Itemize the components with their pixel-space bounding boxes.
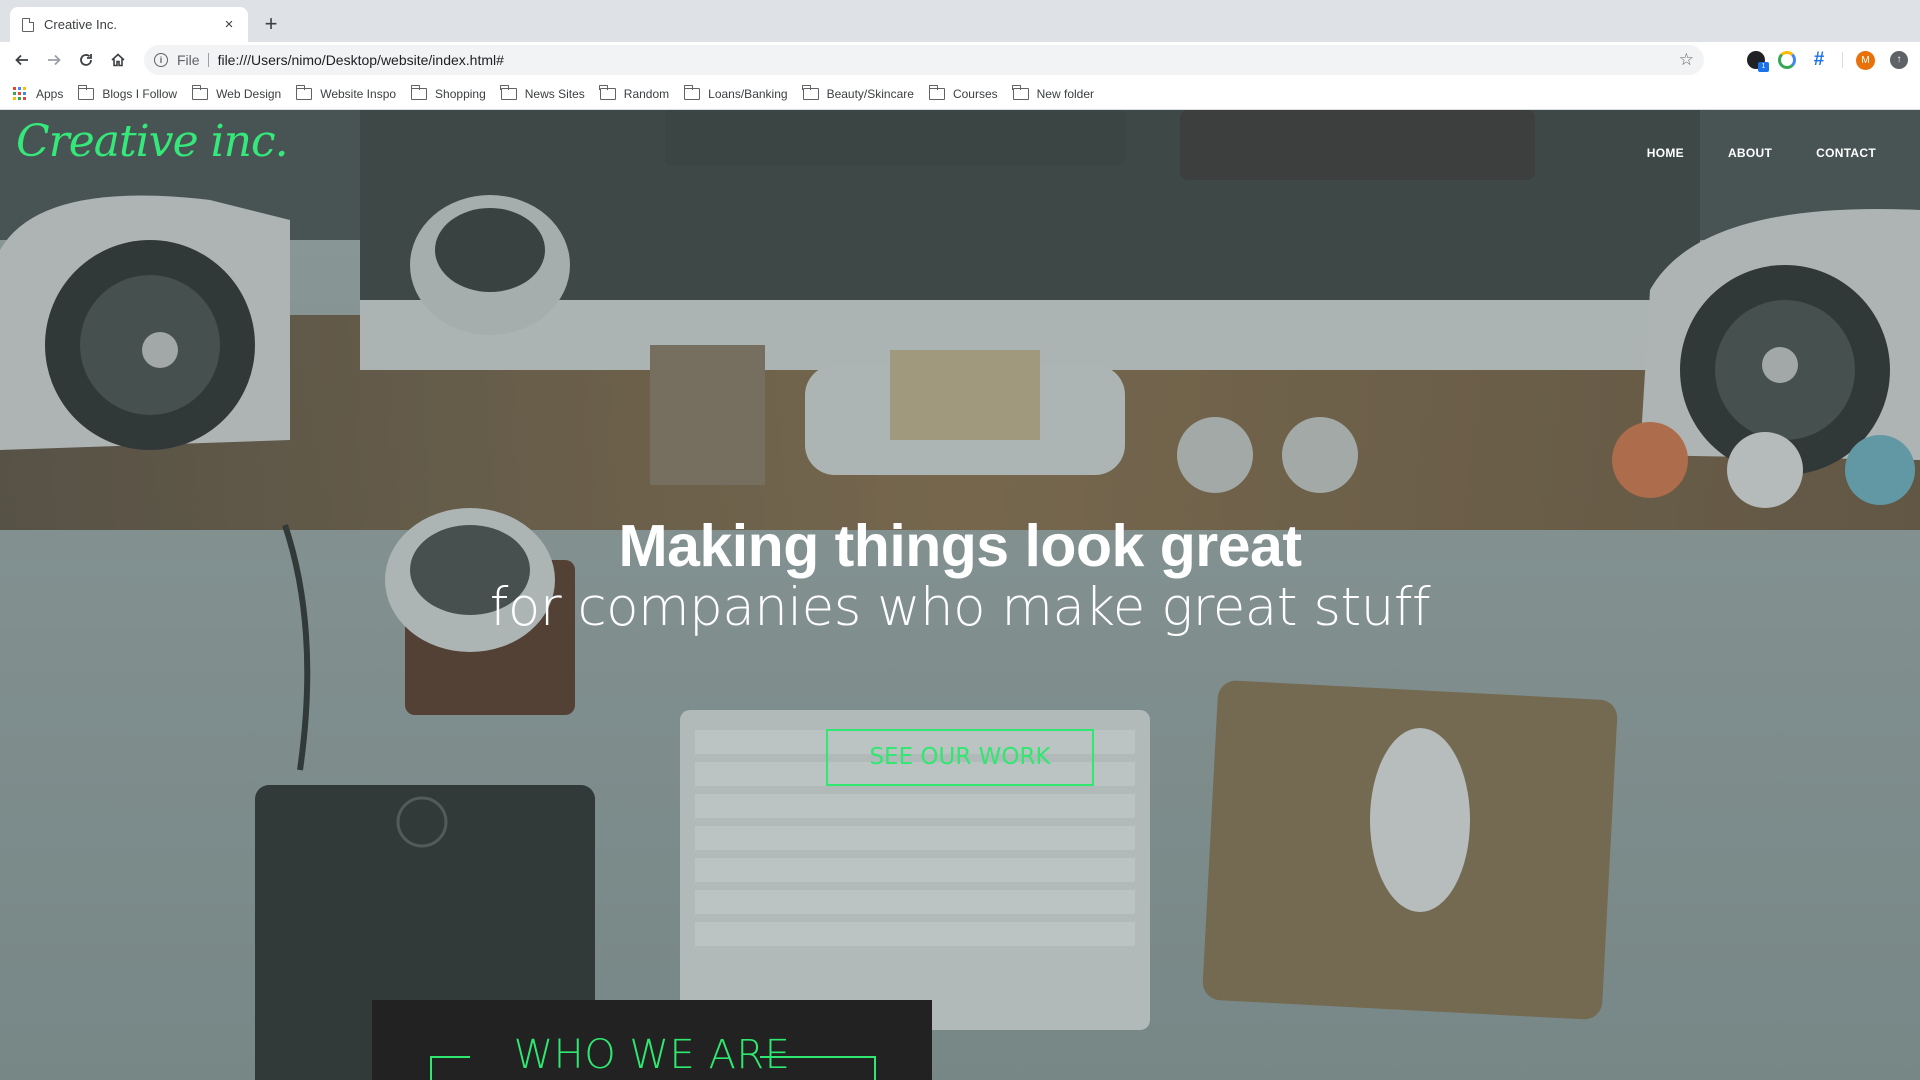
arrow-right-icon <box>48 54 61 66</box>
home-icon <box>111 53 125 67</box>
page-viewport: Creative inc. HOME ABOUT CONTACT Making … <box>0 110 1920 1080</box>
url-text[interactable]: file:///Users/nimo/Desktop/website/index… <box>218 52 1679 68</box>
section-title: WHO WE ARE <box>513 1032 791 1078</box>
home-button[interactable] <box>104 46 132 74</box>
arrow-left-icon <box>15 54 28 66</box>
folder-icon <box>77 84 95 100</box>
bookmark-folder[interactable]: Beauty/Skincare <box>802 84 914 101</box>
bookmark-label: Courses <box>952 86 998 101</box>
folder-icon <box>410 84 428 100</box>
extension-icon[interactable] <box>1778 51 1796 69</box>
new-tab-button[interactable]: + <box>258 11 284 37</box>
apps-grid-icon <box>13 87 26 100</box>
folder-icon <box>683 84 701 100</box>
bookmark-folder[interactable]: Courses <box>928 84 998 101</box>
browser-tab[interactable]: Creative Inc. × <box>10 7 248 42</box>
toolbar-divider <box>1842 52 1843 68</box>
see-our-work-button[interactable]: SEE OUR WORK <box>826 729 1094 786</box>
bookmark-folder[interactable]: Web Design <box>191 84 282 101</box>
nav-about-link[interactable]: ABOUT <box>1728 146 1772 160</box>
bookmark-folder[interactable]: News Sites <box>500 84 585 101</box>
folder-icon <box>1012 84 1029 100</box>
profile-avatar[interactable]: M <box>1856 51 1875 70</box>
grid-extension-icon[interactable]: # <box>1810 50 1828 69</box>
folder-icon <box>599 84 616 100</box>
url-scheme: File <box>177 53 209 67</box>
bookmark-star-icon[interactable]: ☆ <box>1679 50 1694 70</box>
hero-section: Creative inc. HOME ABOUT CONTACT Making … <box>0 110 1920 1080</box>
bookmark-label: Blogs I Follow <box>102 86 178 101</box>
bookmark-label: Apps <box>36 86 64 101</box>
close-tab-icon[interactable]: × <box>220 16 238 33</box>
folder-icon <box>928 84 945 100</box>
nav-home-link[interactable]: HOME <box>1647 146 1684 160</box>
bookmark-folder[interactable]: Random <box>599 84 670 101</box>
site-nav: HOME ABOUT CONTACT <box>1647 146 1876 160</box>
info-icon[interactable]: i <box>154 53 168 67</box>
bookmark-label: Random <box>623 86 670 101</box>
folder-icon <box>191 84 209 100</box>
back-button[interactable] <box>8 46 36 74</box>
forward-button[interactable] <box>40 46 68 74</box>
bookmark-label: Loans/Banking <box>708 86 788 101</box>
extension-badge: 1 <box>1758 62 1769 72</box>
bookmark-label: Beauty/Skincare <box>826 86 914 101</box>
bookmark-label: Web Design <box>216 86 282 101</box>
bookmark-folder[interactable]: New folder <box>1012 84 1094 101</box>
bookmark-folder[interactable]: Website Inspo <box>295 84 397 101</box>
site-logo[interactable]: Creative inc. <box>16 116 289 167</box>
bookmark-folder[interactable]: Loans/Banking <box>683 84 788 101</box>
folder-icon <box>500 84 517 100</box>
page-icon <box>22 17 34 32</box>
extension-icon[interactable]: 1 <box>1747 51 1769 72</box>
folder-icon <box>802 84 819 100</box>
folder-icon <box>295 84 313 100</box>
bookmark-folder[interactable]: Shopping <box>410 84 486 101</box>
bookmark-label: Shopping <box>435 86 486 101</box>
bookmark-label: News Sites <box>524 86 585 101</box>
tab-title: Creative Inc. <box>44 17 117 32</box>
bookmark-label: New folder <box>1036 86 1094 101</box>
reload-button[interactable] <box>72 46 100 74</box>
bookmark-label: Website Inspo <box>320 86 397 101</box>
address-bar[interactable]: i File file:///Users/nimo/Desktop/websit… <box>144 45 1704 75</box>
hero-subline: for companies who make great stuff <box>489 577 1431 638</box>
bookmarks-bar: Apps Blogs I Follow Web Design Website I… <box>0 78 1920 110</box>
browser-toolbar: i File file:///Users/nimo/Desktop/websit… <box>0 42 1920 78</box>
tab-strip: Creative Inc. × + <box>0 0 1920 42</box>
who-we-are-section: WHO WE ARE <box>372 1000 932 1080</box>
update-icon[interactable]: ↑ <box>1890 51 1908 69</box>
bookmark-apps[interactable]: Apps <box>13 87 63 101</box>
hero-headline: Making things look great <box>618 513 1302 579</box>
bookmark-folder[interactable]: Blogs I Follow <box>77 84 178 101</box>
nav-contact-link[interactable]: CONTACT <box>1816 146 1876 160</box>
reload-icon <box>80 54 92 66</box>
